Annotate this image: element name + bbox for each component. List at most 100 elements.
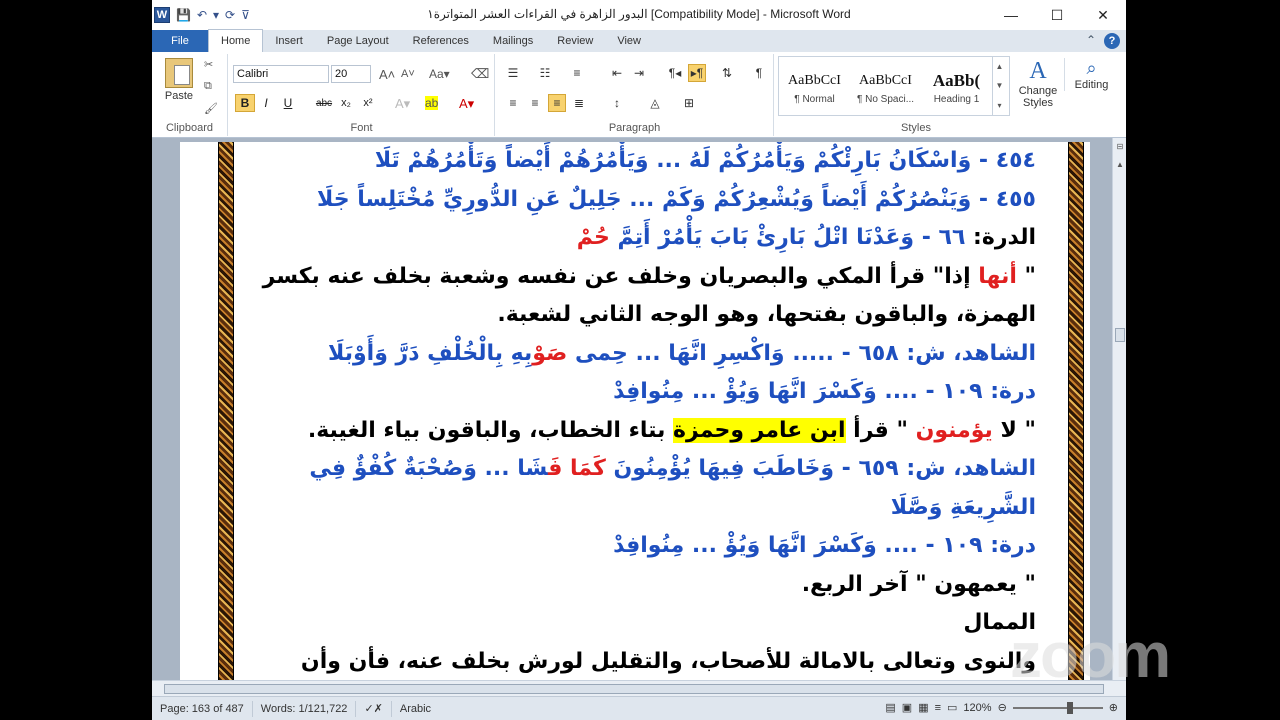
web-layout-icon[interactable]: ▦: [918, 701, 928, 714]
format-painter-icon[interactable]: 🖌: [204, 102, 218, 115]
shrink-font-icon[interactable]: A˅: [401, 68, 415, 80]
save-icon[interactable]: 💾: [176, 8, 191, 22]
align-left-icon[interactable]: ≡: [504, 94, 522, 112]
ribbon-home: Paste ✂ ⧉ 🖌 Clipboard Calibri 20 A˄ A˅ A…: [152, 52, 1126, 138]
document-line[interactable]: " يعمهون " آخر الربع.: [280, 566, 1036, 605]
tab-mailings[interactable]: Mailings: [481, 30, 545, 52]
minimize-button[interactable]: —: [988, 0, 1034, 30]
document-line[interactable]: ٤٥٤ - وَاسْكَانُ بَارِئْكُمْ وَيَأْمُرُك…: [280, 142, 1036, 181]
shading-icon[interactable]: ◬: [646, 94, 664, 112]
change-styles-button[interactable]: A Change Styles: [1014, 58, 1062, 109]
word-app-icon[interactable]: W: [154, 7, 170, 23]
decrease-indent-icon[interactable]: ⇤: [608, 64, 626, 82]
strikethrough-button[interactable]: abc: [313, 94, 335, 112]
document-line[interactable]: درة: ١٠٩ - .... وَكَسْرَ انَّهَا وَيُؤْ …: [280, 373, 1036, 412]
full-screen-icon[interactable]: ▣: [902, 701, 912, 714]
undo-dropdown-icon[interactable]: ▾: [213, 8, 219, 22]
zoom-in-icon[interactable]: ⊕: [1109, 701, 1118, 714]
draft-icon[interactable]: ▭: [947, 701, 957, 714]
style-no-spacing[interactable]: AaBbCcI ¶ No Spaci...: [850, 57, 921, 115]
proofing-icon[interactable]: ✓✗: [356, 700, 392, 717]
clear-format-icon[interactable]: ⌫: [471, 66, 489, 82]
document-line[interactable]: الدرة: ٦٦ - وَعَدْنَا اتْلُ بَارِئْ بَاب…: [280, 219, 1036, 258]
document-page[interactable]: ٤٥٤ - وَاسْكَانُ بَارِئْكُمْ وَيَأْمُرُك…: [180, 142, 1090, 680]
maximize-button[interactable]: ☐: [1034, 0, 1080, 30]
scroll-up-icon[interactable]: ▲: [1114, 160, 1126, 172]
italic-button[interactable]: I: [257, 94, 275, 112]
document-area[interactable]: ٤٥٤ - وَاسْكَانُ بَارِئْكُمْ وَيَأْمُرُك…: [152, 138, 1112, 680]
tab-page-layout[interactable]: Page Layout: [315, 30, 401, 52]
word-count[interactable]: Words: 1/121,722: [253, 700, 357, 717]
rtl-icon[interactable]: ▸¶: [688, 64, 706, 82]
ltr-icon[interactable]: ¶◂: [666, 64, 684, 82]
subscript-button[interactable]: x₂: [337, 94, 355, 112]
vertical-scroll-thumb[interactable]: [1115, 328, 1125, 342]
text-run: كَمَا: [570, 456, 606, 481]
line-spacing-icon[interactable]: ↕: [608, 94, 626, 112]
tab-review[interactable]: Review: [545, 30, 605, 52]
bullets-icon[interactable]: ☰: [504, 64, 522, 82]
document-line[interactable]: والنوى وتعالى بالامالة للأصحاب، والتقليل…: [280, 643, 1036, 681]
tab-view[interactable]: View: [605, 30, 653, 52]
highlight-color-icon[interactable]: ab: [425, 96, 439, 110]
text-effects-icon[interactable]: A▾: [395, 96, 410, 112]
document-line[interactable]: " أنها إذا" قرأ المكي والبصريان وخلف عن …: [263, 258, 1036, 297]
style-normal[interactable]: AaBbCcI ¶ Normal: [779, 57, 850, 115]
cut-icon[interactable]: ✂: [204, 58, 213, 71]
sort-icon[interactable]: ⇅: [718, 64, 736, 82]
horizontal-scrollbar[interactable]: [152, 680, 1126, 696]
superscript-button[interactable]: x²: [359, 94, 377, 112]
help-icon[interactable]: ?: [1104, 33, 1120, 49]
align-center-icon[interactable]: ≡: [526, 94, 544, 112]
increase-indent-icon[interactable]: ⇥: [630, 64, 648, 82]
close-button[interactable]: ✕: [1080, 0, 1126, 30]
zoom-level[interactable]: 120%: [963, 702, 991, 714]
show-formatting-icon[interactable]: ¶: [750, 64, 768, 82]
styles-scroll[interactable]: ▲ ▼ ▾: [992, 57, 1006, 115]
zoom-slider[interactable]: [1012, 701, 1103, 714]
borders-icon[interactable]: ⊞: [680, 94, 698, 112]
numbering-icon[interactable]: ☷: [536, 64, 554, 82]
document-line[interactable]: الشاهد، ش: ٦٥٨ - ..... وَاكْسِرِ انَّهَا…: [280, 335, 1036, 374]
multilevel-list-icon[interactable]: ≡: [568, 64, 586, 82]
tab-file[interactable]: File: [152, 30, 208, 52]
change-case-icon[interactable]: Aa▾: [429, 67, 450, 81]
vertical-scrollbar[interactable]: ⊟ ▲: [1112, 138, 1126, 680]
horizontal-scroll-thumb[interactable]: [164, 684, 1104, 694]
tab-insert[interactable]: Insert: [263, 30, 315, 52]
paste-button[interactable]: Paste: [162, 58, 196, 102]
font-color-icon[interactable]: A▾: [459, 96, 474, 112]
document-line[interactable]: الشاهد، ش: ٦٥٩ - وَخَاطَبَ فِيهَا يُؤْمِ…: [280, 450, 1036, 489]
document-line[interactable]: " لا يؤمنون " قرأ ابن عامر وحمزة بتاء ال…: [280, 412, 1036, 451]
language-indicator[interactable]: Arabic: [392, 701, 439, 717]
style-heading-1[interactable]: AaBb( Heading 1: [921, 57, 992, 115]
zoom-out-icon[interactable]: ⊖: [998, 701, 1007, 714]
window-title: البدور الزاهرة في القراءات العشر المتوات…: [427, 7, 851, 21]
ruler-toggle-icon[interactable]: ⊟: [1114, 142, 1126, 154]
print-layout-icon[interactable]: ▤: [885, 701, 895, 714]
editing-button[interactable]: ⌕ Editing: [1064, 58, 1118, 91]
copy-icon[interactable]: ⧉: [204, 80, 212, 93]
document-text[interactable]: ٤٥٤ - وَاسْكَانُ بَارِئْكُمْ وَيَأْمُرُك…: [263, 142, 1036, 681]
page-count[interactable]: Page: 163 of 487: [152, 700, 253, 717]
redo-icon[interactable]: ⟳: [225, 8, 235, 22]
tab-home[interactable]: Home: [208, 29, 264, 52]
document-line[interactable]: درة: ١٠٩ - .... وَكَسْرَ انَّهَا وَيُؤْ …: [280, 527, 1036, 566]
document-line[interactable]: الممال: [280, 604, 1036, 643]
zoom-slider-knob[interactable]: [1066, 701, 1073, 714]
align-right-icon[interactable]: ≡: [548, 94, 566, 112]
customize-qat-icon[interactable]: ⊽: [241, 8, 250, 22]
grow-font-icon[interactable]: A˄: [379, 67, 395, 82]
font-size-select[interactable]: 20: [331, 65, 371, 83]
minimize-ribbon-icon[interactable]: ⌃: [1086, 33, 1096, 49]
document-line[interactable]: الهمزة، والباقون بفتحها، وهو الوجه الثان…: [280, 296, 1036, 335]
font-family-select[interactable]: Calibri: [233, 65, 329, 83]
justify-icon[interactable]: ≣: [570, 94, 588, 112]
document-line[interactable]: ٤٥٥ - وَيَنْصُرُكُمْ أَيْضاً وَيُشْعِرُك…: [280, 181, 1036, 220]
document-line[interactable]: الشَّرِيعَةِ وَصَّلَا: [280, 489, 1036, 528]
bold-button[interactable]: B: [235, 94, 255, 112]
undo-icon[interactable]: ↶: [197, 8, 207, 22]
underline-button[interactable]: U: [279, 94, 297, 112]
outline-icon[interactable]: ≡: [935, 702, 941, 714]
tab-references[interactable]: References: [401, 30, 481, 52]
